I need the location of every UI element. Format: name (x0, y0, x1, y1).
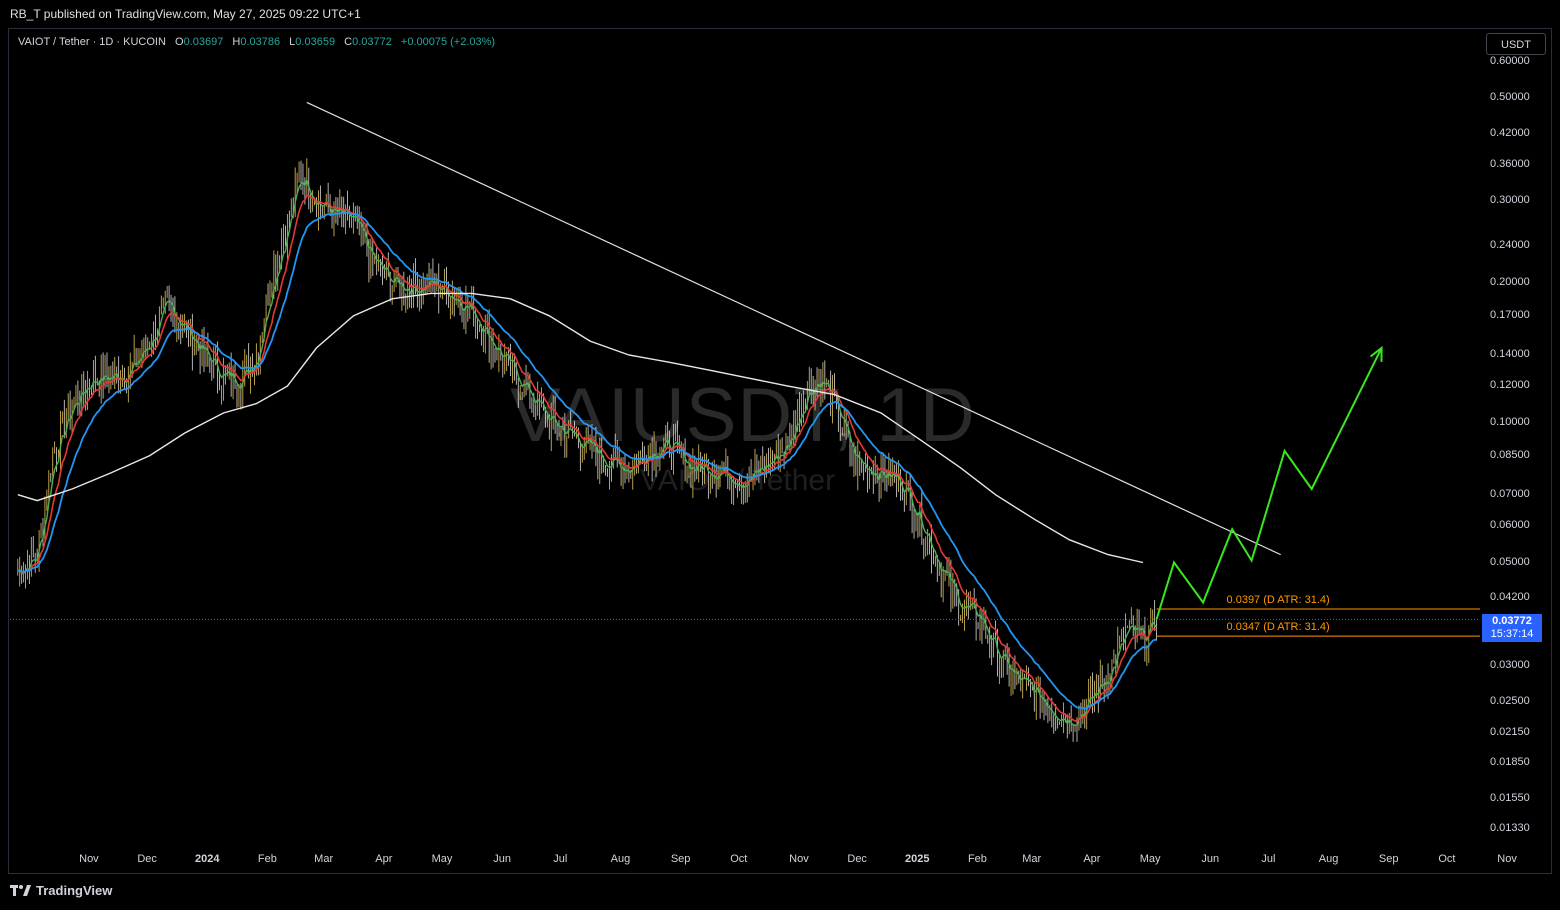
price-tick-label: 0.10000 (1490, 415, 1530, 428)
projection-path (1155, 347, 1383, 620)
atr-lower-label: 0.0347 (D ATR: 31.4) (1226, 621, 1330, 634)
time-tick-label: 2025 (905, 853, 930, 865)
close-label: C (344, 36, 353, 48)
time-tick-label: Aug (610, 853, 631, 865)
price-tick-label: 0.60000 (1490, 54, 1530, 67)
symbol-name[interactable]: VAIOT / Tether · 1D · KUCOIN (18, 36, 166, 48)
bar-countdown: 15:37:14 (1490, 628, 1534, 640)
price-tick-label: 0.08500 (1490, 448, 1530, 461)
price-tick-label: 0.42000 (1490, 126, 1530, 139)
price-tick-label: 0.03000 (1490, 658, 1530, 671)
symbol-legend: VAIOT / Tether · 1D · KUCOIN O0.03697 H0… (18, 35, 495, 49)
time-tick-label: Jun (1201, 853, 1220, 865)
time-tick-label: Oct (730, 853, 748, 865)
time-tick-label: Nov (1497, 853, 1517, 865)
price-chart[interactable] (0, 0, 1560, 910)
time-tick-label: Mar (1022, 853, 1042, 865)
tradingview-logo-icon (10, 884, 31, 896)
time-tick-label: Sep (1378, 853, 1399, 865)
price-tick-label: 0.07000 (1490, 487, 1530, 500)
close-value: 0.03772 (352, 36, 392, 48)
price-tick-label: 0.30000 (1490, 194, 1530, 207)
time-tick-label: Apr (1083, 853, 1101, 865)
time-tick-label: Aug (1318, 853, 1339, 865)
time-tick-label: Jul (553, 853, 568, 865)
brand-text: TradingView (36, 883, 113, 898)
ema-mid-line (17, 194, 1157, 723)
price-tick-label: 0.05000 (1490, 555, 1530, 568)
low-value: 0.03659 (295, 36, 336, 48)
price-tick-label: 0.12000 (1490, 379, 1530, 392)
time-tick-label: Jul (1261, 853, 1276, 865)
price-tick-label: 0.02150 (1490, 725, 1530, 738)
price-tick-label: 0.24000 (1490, 239, 1530, 252)
price-tick-label: 0.01850 (1490, 755, 1530, 768)
time-tick-label: Dec (137, 853, 157, 865)
time-tick-label: May (1139, 853, 1161, 865)
price-tick-label: 0.50000 (1490, 91, 1530, 104)
price-tick-label: 0.36000 (1490, 157, 1530, 170)
time-tick-label: Mar (314, 853, 334, 865)
price-tick-label: 0.06000 (1490, 518, 1530, 531)
atr-upper-label: 0.0397 (D ATR: 31.4) (1226, 594, 1330, 607)
time-tick-label: Dec (847, 853, 867, 865)
price-tick-label: 0.04200 (1490, 590, 1530, 603)
last-price-value: 0.03772 (1492, 615, 1532, 627)
price-tick-label: 0.01330 (1490, 822, 1530, 835)
price-tick-label: 0.01550 (1490, 791, 1530, 804)
time-tick-label: Nov (79, 853, 99, 865)
time-tick-label: 2024 (195, 853, 220, 865)
open-label: O (175, 36, 184, 48)
time-tick-label: Oct (1438, 853, 1456, 865)
time-tick-label: Jun (493, 853, 511, 865)
price-tick-label: 0.14000 (1490, 347, 1530, 360)
time-tick-label: Apr (375, 853, 393, 865)
time-tick-label: Sep (670, 853, 691, 865)
price-tick-label: 0.20000 (1490, 276, 1530, 289)
high-value: 0.03786 (240, 36, 281, 48)
time-tick-label: Nov (789, 853, 809, 865)
tradingview-brand[interactable]: TradingView (10, 883, 112, 898)
price-tick-label: 0.02500 (1490, 695, 1530, 708)
time-tick-label: May (431, 853, 453, 865)
currency-button[interactable]: USDT (1486, 33, 1546, 55)
last-price-tag: 0.03772 15:37:14 (1482, 614, 1542, 642)
change-value: +0.00075 (+2.03%) (400, 36, 496, 48)
resistance-trendline (306, 101, 1281, 556)
ema-fast-line (17, 177, 1158, 727)
time-tick-label: Feb (257, 853, 277, 865)
time-tick-label: Feb (967, 853, 987, 865)
price-tick-label: 0.17000 (1490, 308, 1530, 321)
open-value: 0.03697 (183, 36, 224, 48)
